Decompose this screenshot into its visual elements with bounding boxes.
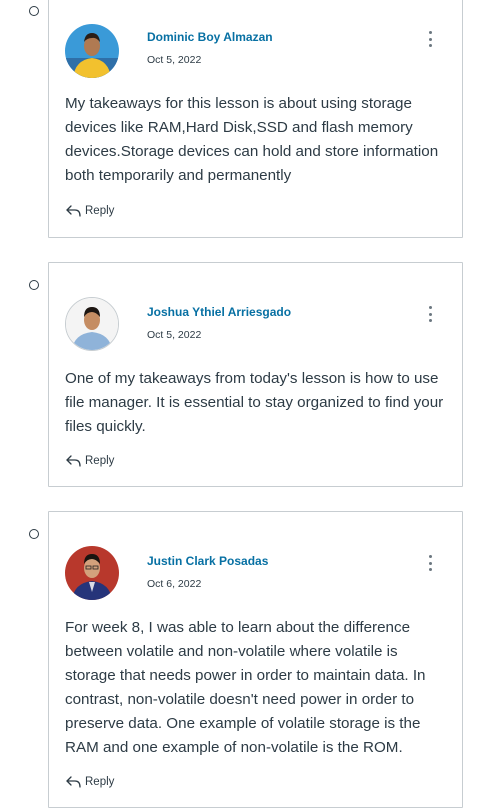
post-body: For week 8, I was able to learn about th… — [65, 619, 426, 756]
reply-button[interactable]: Reply — [65, 453, 114, 469]
reply-button[interactable]: Reply — [65, 203, 114, 219]
avatar[interactable] — [65, 24, 119, 78]
author-name[interactable]: Joshua Ythiel Arriesgado — [147, 305, 291, 319]
post-card: Justin Clark Posadas Oct 6, 2022 For wee… — [48, 511, 463, 808]
reply-button[interactable]: Reply — [65, 774, 114, 790]
reply-label: Reply — [85, 776, 115, 788]
circle-bullet-icon — [29, 6, 39, 16]
avatar[interactable] — [65, 546, 119, 600]
reply-label: Reply — [85, 205, 115, 217]
reply-arrow-icon — [66, 205, 81, 217]
post-date: Oct 6, 2022 — [147, 578, 202, 590]
author-name[interactable]: Justin Clark Posadas — [147, 554, 268, 568]
avatar[interactable] — [65, 297, 119, 351]
post-body: One of my takeaways from today's lesson … — [65, 370, 444, 435]
post-body: My takeaways for this lesson is about us… — [65, 95, 439, 184]
post-date: Oct 5, 2022 — [147, 329, 202, 341]
reply-label: Reply — [85, 455, 115, 467]
post-card: Dominic Boy Almazan Oct 5, 2022 My takea… — [48, 0, 463, 238]
circle-bullet-icon — [29, 529, 39, 539]
author-name[interactable]: Dominic Boy Almazan — [147, 30, 273, 44]
post-card: Joshua Ythiel Arriesgado Oct 5, 2022 One… — [48, 262, 463, 487]
reply-arrow-icon — [66, 455, 81, 467]
discussion-thread: Dominic Boy Almazan Oct 5, 2022 My takea… — [0, 0, 477, 812]
kebab-menu-icon[interactable] — [424, 304, 436, 324]
circle-bullet-icon — [29, 280, 39, 290]
reply-arrow-icon — [66, 776, 81, 788]
kebab-menu-icon[interactable] — [424, 553, 436, 573]
post-date: Oct 5, 2022 — [147, 54, 202, 66]
kebab-menu-icon[interactable] — [424, 29, 436, 49]
